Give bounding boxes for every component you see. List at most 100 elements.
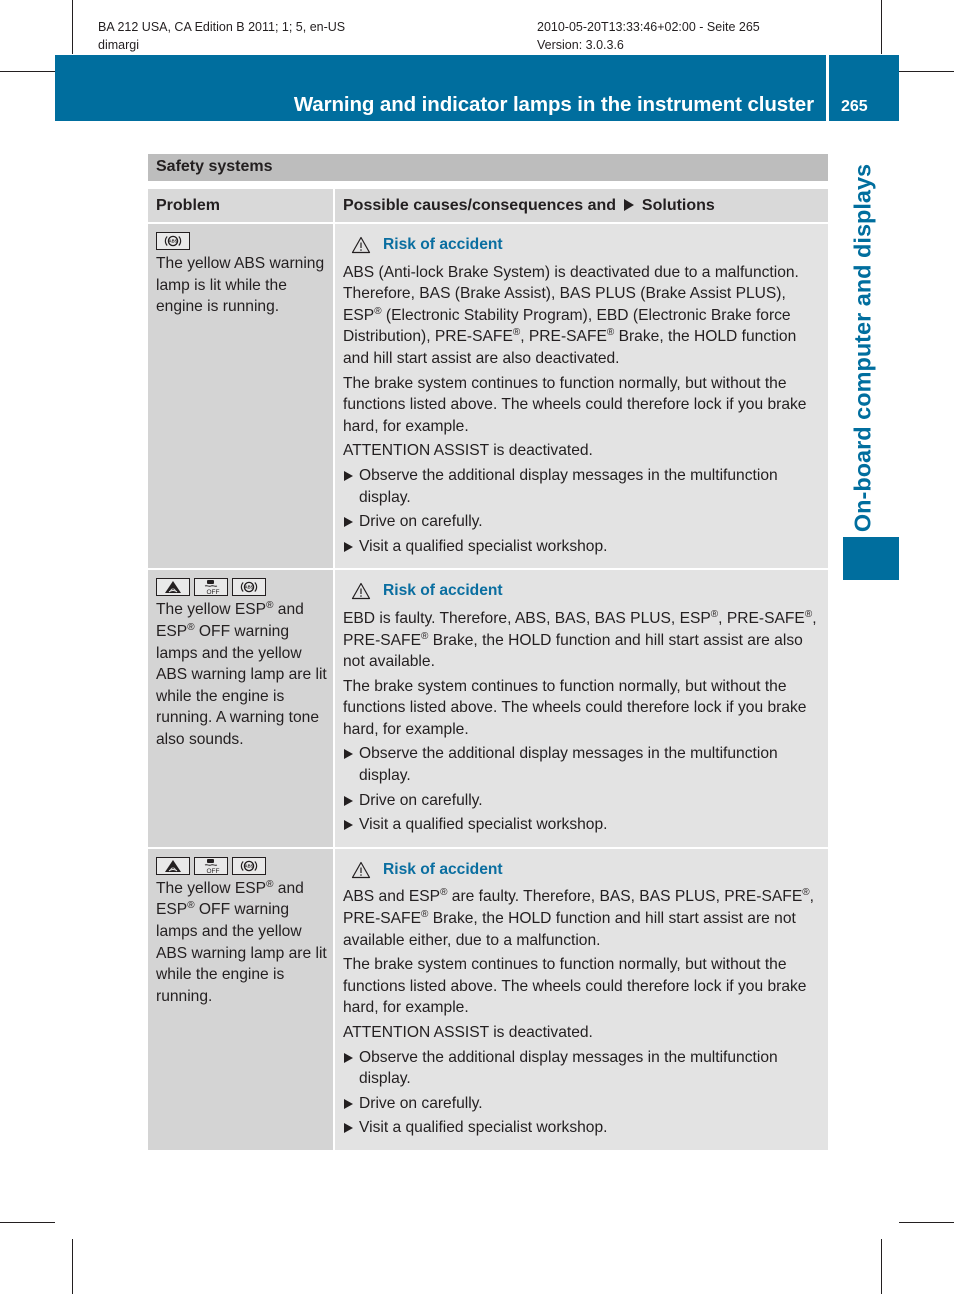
registered-mark: ® (374, 305, 382, 317)
page-number-box: 265 (829, 55, 899, 121)
svg-text:OFF: OFF (207, 589, 220, 595)
cause-paragraph: ABS and ESP ® are faulty. Therefore, BAS,… (343, 886, 822, 951)
step-arrow-icon (344, 517, 353, 528)
step-arrow-icon (344, 1052, 353, 1063)
registered-mark: ® (187, 621, 195, 633)
solution-step: Drive on carefully. (343, 511, 822, 533)
causes-solutions-cell: Risk of accident ABS and ESP ® are faulty.… (334, 847, 828, 1150)
print-meta-edition: BA 212 USA, CA Edition B 2011; 1; 5, en-… (98, 20, 346, 34)
warning-title: Risk of accident (383, 582, 503, 600)
solution-step-text: Observe the additional display messages … (359, 1048, 778, 1088)
solution-step-text: Observe the additional display messages … (359, 466, 778, 506)
svg-text:ABS: ABS (245, 863, 254, 868)
problem-cell: ABS The yellow ABS warning lamp is lit wh… (148, 223, 335, 571)
crop-mark (881, 0, 882, 54)
solution-step-text: Visit a qualified specialist workshop. (359, 537, 608, 555)
abs-lamp-icon: ABS (156, 232, 190, 250)
esp-off-lamp-icon: OFF (194, 578, 228, 597)
step-arrow-icon (344, 541, 353, 552)
text-run: The yellow ESP (156, 879, 267, 897)
lamp-icons: OFF ABS (156, 578, 327, 597)
table-row: OFF ABS The yellow ESP® and ESP® OFF warni… (148, 569, 828, 849)
warning-title: Risk of accident (383, 236, 503, 253)
warning-notice: Risk of accident (343, 859, 822, 881)
text-run: The yellow ESP (156, 601, 267, 619)
registered-mark: ® (187, 900, 195, 912)
crop-mark (0, 71, 55, 72)
text-run: OFF warning lamps and the yellow ABS war… (156, 622, 327, 748)
text-run: are faulty. Therefore, BAS, BAS PLUS, PR… (447, 888, 803, 906)
esp-off-lamp-icon: OFF (194, 856, 228, 875)
column-header-problem: Problem (148, 189, 335, 224)
solution-step-text: Drive on carefully. (359, 791, 483, 809)
solution-step-text: Observe the additional display messages … (359, 745, 778, 785)
section-title: Safety systems (156, 158, 273, 175)
esp-lamp-icon (156, 578, 190, 597)
lamp-icons: OFF ABS (156, 856, 327, 875)
cause-paragraph: ABS (Anti-lock Brake System) is deactiva… (343, 262, 822, 370)
solution-step: Visit a qualified specialist workshop. (343, 1117, 822, 1139)
print-meta-timestamp: 2010-05-20T13:33:46+02:00 - Seite 265 (537, 20, 760, 34)
text-run: , PRE-SAFE (718, 609, 805, 627)
warning-notice: Risk of accident (343, 580, 822, 602)
text-run: , PRE-SAFE (520, 328, 607, 346)
crop-mark (72, 1239, 73, 1294)
solution-step-text: Drive on carefully. (359, 1094, 483, 1112)
table-row: OFF ABS The yellow ESP® and ESP® OFF warni… (148, 847, 828, 1150)
text-run: The brake system continues to function n… (343, 956, 807, 1017)
registered-mark: ® (802, 887, 810, 899)
crop-mark (881, 1239, 882, 1294)
problem-description: The yellow ABS warning lamp is lit while… (156, 253, 327, 318)
abs-lamp-icon: ABS (232, 578, 266, 597)
solution-arrow-icon (624, 198, 635, 211)
text-run: The brake system continues to function n… (343, 677, 807, 738)
crop-mark (899, 71, 954, 72)
svg-text:ABS: ABS (245, 585, 254, 590)
print-meta-right: 2010-05-20T13:33:46+02:00 - Seite 265 Ve… (537, 18, 760, 54)
solution-step: Visit a qualified specialist workshop. (343, 814, 822, 836)
safety-systems-table: Problem Possible causes/consequences and… (148, 189, 828, 1150)
text-run: EBD is faulty. Therefore, ABS, BAS, BAS … (343, 609, 711, 627)
warning-triangle-icon (351, 582, 371, 600)
text-run: ATTENTION ASSIST is deactivated. (343, 442, 593, 460)
step-arrow-icon (344, 820, 353, 831)
chapter-title: Warning and indicator lamps in the instr… (293, 93, 814, 116)
step-arrow-icon (344, 1098, 353, 1109)
step-arrow-icon (344, 795, 353, 806)
esp-lamp-icon (156, 856, 190, 875)
crop-mark (0, 1222, 55, 1223)
print-meta-author: dimargi (98, 38, 139, 52)
side-tab-label: On-board computer and displays (849, 163, 876, 533)
side-tab-marker (843, 537, 899, 580)
table-header-row: Problem Possible causes/consequences and… (148, 189, 828, 224)
solution-step: Visit a qualified specialist workshop. (343, 536, 822, 558)
cause-paragraph: The brake system continues to function n… (343, 373, 822, 438)
svg-text:ABS: ABS (169, 239, 178, 244)
step-arrow-icon (344, 1123, 353, 1134)
cause-paragraph: The brake system continues to function n… (343, 676, 822, 741)
cause-paragraph: ATTENTION ASSIST is deactivated. (343, 440, 822, 462)
column-header-solutions-text: Solutions (641, 196, 715, 214)
step-arrow-icon (344, 470, 353, 481)
lamp-icons: ABS (156, 232, 327, 250)
problem-cell: OFF ABS The yellow ESP® and ESP® OFF warni… (148, 847, 335, 1150)
page-number: 265 (841, 98, 868, 115)
causes-solutions-cell: Risk of accident EBD is faulty. Therefore… (334, 569, 828, 849)
step-arrow-icon (344, 749, 353, 760)
problem-description: The yellow ESP® and ESP® OFF warning lam… (156, 878, 327, 1008)
problem-description: The yellow ESP® and ESP® OFF warning lam… (156, 599, 327, 750)
warning-triangle-icon (351, 236, 371, 254)
solution-step: Drive on carefully. (343, 790, 822, 812)
text-run: ABS and ESP (343, 888, 441, 906)
chapter-header: Warning and indicator lamps in the instr… (55, 55, 826, 121)
text-run: The brake system continues to function n… (343, 374, 807, 435)
cause-paragraph: EBD is faulty. Therefore, ABS, BAS, BAS … (343, 608, 822, 673)
text-run: ATTENTION ASSIST is deactivated. (343, 1024, 593, 1041)
solution-step-text: Drive on carefully. (359, 513, 483, 531)
cause-paragraph: The brake system continues to function n… (343, 954, 822, 1019)
cause-paragraph: ATTENTION ASSIST is deactivated. (343, 1022, 822, 1044)
solution-step: Observe the additional display messages … (343, 1047, 822, 1090)
warning-triangle-icon (351, 861, 371, 879)
problem-cell: OFF ABS The yellow ESP® and ESP® OFF warni… (148, 569, 335, 849)
solution-step-text: Visit a qualified specialist workshop. (359, 1119, 608, 1137)
